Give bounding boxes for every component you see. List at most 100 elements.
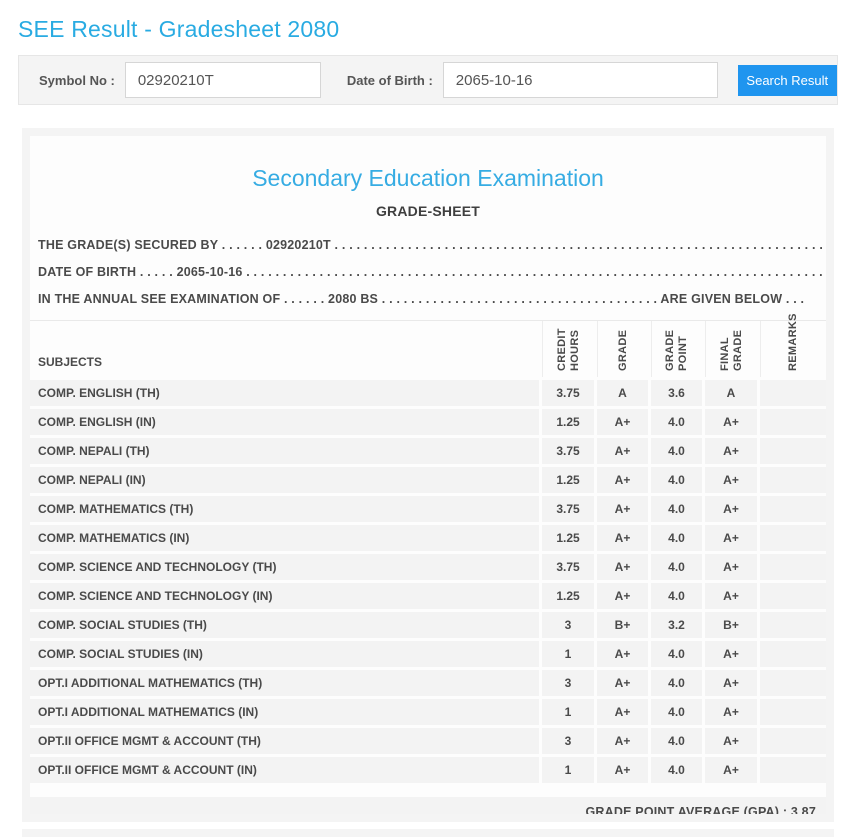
grade-point-cell: 4.0	[651, 467, 702, 493]
grade-cell: A	[597, 380, 648, 406]
grade-cell: A+	[597, 583, 648, 609]
remarks-cell	[760, 467, 826, 493]
subject-cell: COMP. MATHEMATICS (TH)	[30, 496, 539, 522]
grade-point-cell: 4.0	[651, 409, 702, 435]
subject-cell: OPT.I ADDITIONAL MATHEMATICS (TH)	[30, 670, 539, 696]
remarks-cell	[760, 409, 826, 435]
gradesheet-intro-lines: THE GRADE(S) SECURED BY . . . . . . 0292…	[30, 232, 826, 313]
subject-cell: OPT.I ADDITIONAL MATHEMATICS (IN)	[30, 699, 539, 725]
secured-by-line: THE GRADE(S) SECURED BY . . . . . . 0292…	[38, 238, 826, 252]
header-final-grade: FINAL GRADE	[705, 321, 757, 377]
subject-cell: COMP. SOCIAL STUDIES (IN)	[30, 641, 539, 667]
final-grade-cell: A+	[705, 525, 757, 551]
gpa-summary: GRADE POINT AVERAGE (GPA) : 3.87	[30, 797, 826, 814]
grade-point-cell: 3.6	[651, 380, 702, 406]
credit-hours-cell: 1	[542, 699, 594, 725]
subject-cell: COMP. NEPALI (TH)	[30, 438, 539, 464]
header-credit-hours: CREDIT HOURS	[542, 321, 594, 377]
credit-hours-cell: 1.25	[542, 467, 594, 493]
header-grade-point: GRADE POINT	[651, 321, 702, 377]
remarks-cell	[760, 699, 826, 725]
next-section-strip	[22, 829, 834, 837]
remarks-cell	[760, 380, 826, 406]
exam-title: Secondary Education Examination	[252, 165, 604, 191]
subject-cell: COMP. MATHEMATICS (IN)	[30, 525, 539, 551]
table-body: COMP. ENGLISH (TH) 3.75 A 3.6 A COMP. EN…	[30, 380, 826, 783]
remarks-cell	[760, 728, 826, 754]
table-row: COMP. SCIENCE AND TECHNOLOGY (IN) 1.25 A…	[30, 583, 826, 609]
subject-cell: COMP. ENGLISH (TH)	[30, 380, 539, 406]
gradesheet-card: Secondary Education Examination GRADE-SH…	[22, 128, 834, 822]
grade-cell: A+	[597, 641, 648, 667]
grade-point-cell: 4.0	[651, 583, 702, 609]
grade-cell: A+	[597, 757, 648, 783]
grade-point-cell: 4.0	[651, 757, 702, 783]
remarks-cell	[760, 496, 826, 522]
table-row: COMP. SOCIAL STUDIES (IN) 1 A+ 4.0 A+	[30, 641, 826, 667]
subject-cell: OPT.II OFFICE MGMT & ACCOUNT (TH)	[30, 728, 539, 754]
final-grade-cell: A+	[705, 670, 757, 696]
subject-cell: COMP. SCIENCE AND TECHNOLOGY (IN)	[30, 583, 539, 609]
final-grade-cell: A+	[705, 496, 757, 522]
final-grade-cell: A+	[705, 757, 757, 783]
grade-point-cell: 4.0	[651, 641, 702, 667]
remarks-cell	[760, 525, 826, 551]
subject-cell: COMP. NEPALI (IN)	[30, 467, 539, 493]
date-of-birth-line: DATE OF BIRTH . . . . . 2065-10-16 . . .…	[38, 265, 826, 279]
sheet-title: GRADE-SHEET	[375, 203, 481, 219]
final-grade-cell: A+	[705, 467, 757, 493]
grade-cell: A+	[597, 728, 648, 754]
credit-hours-cell: 3.75	[542, 496, 594, 522]
final-grade-cell: A	[705, 380, 757, 406]
table-row: COMP. MATHEMATICS (IN) 1.25 A+ 4.0 A+	[30, 525, 826, 551]
grades-table: SUBJECTS CREDIT HOURS GRADE GRADE POINT …	[30, 313, 826, 783]
table-row: COMP. SOCIAL STUDIES (TH) 3 B+ 3.2 B+	[30, 612, 826, 638]
grade-cell: A+	[597, 438, 648, 464]
table-row: OPT.II OFFICE MGMT & ACCOUNT (IN) 1 A+ 4…	[30, 757, 826, 783]
final-grade-cell: A+	[705, 438, 757, 464]
subject-cell: COMP. ENGLISH (IN)	[30, 409, 539, 435]
credit-hours-cell: 1	[542, 757, 594, 783]
grade-cell: A+	[597, 409, 648, 435]
final-grade-cell: A+	[705, 699, 757, 725]
subject-cell: COMP. SOCIAL STUDIES (TH)	[30, 612, 539, 638]
grade-cell: A+	[597, 467, 648, 493]
grade-point-cell: 4.0	[651, 496, 702, 522]
credit-hours-cell: 3.75	[542, 554, 594, 580]
final-grade-cell: A+	[705, 728, 757, 754]
grade-point-cell: 3.2	[651, 612, 702, 638]
grade-cell: A+	[597, 670, 648, 696]
grade-cell: A+	[597, 496, 648, 522]
table-row: COMP. ENGLISH (TH) 3.75 A 3.6 A	[30, 380, 826, 406]
credit-hours-cell: 1.25	[542, 583, 594, 609]
credit-hours-cell: 3.75	[542, 380, 594, 406]
table-row: COMP. NEPALI (IN) 1.25 A+ 4.0 A+	[30, 467, 826, 493]
grade-point-cell: 4.0	[651, 699, 702, 725]
remarks-cell	[760, 641, 826, 667]
grade-cell: A+	[597, 554, 648, 580]
grade-cell: B+	[597, 612, 648, 638]
table-row: OPT.II OFFICE MGMT & ACCOUNT (TH) 3 A+ 4…	[30, 728, 826, 754]
grade-point-cell: 4.0	[651, 438, 702, 464]
header-subjects: SUBJECTS	[38, 355, 103, 369]
credit-hours-cell: 3.75	[542, 438, 594, 464]
grade-cell: A+	[597, 525, 648, 551]
symbol-no-label: Symbol No :	[39, 72, 115, 88]
date-of-birth-input[interactable]	[442, 62, 718, 98]
final-grade-cell: A+	[705, 409, 757, 435]
table-row: COMP. ENGLISH (IN) 1.25 A+ 4.0 A+	[30, 409, 826, 435]
header-remarks: REMARKS	[760, 313, 826, 377]
search-panel: Symbol No : Date of Birth : Search Resul…	[18, 55, 838, 105]
credit-hours-cell: 1.25	[542, 525, 594, 551]
table-row: COMP. SCIENCE AND TECHNOLOGY (TH) 3.75 A…	[30, 554, 826, 580]
search-result-button[interactable]: Search Result	[737, 64, 837, 96]
table-row: OPT.I ADDITIONAL MATHEMATICS (IN) 1 A+ 4…	[30, 699, 826, 725]
remarks-cell	[760, 583, 826, 609]
credit-hours-cell: 3	[542, 670, 594, 696]
symbol-no-input[interactable]	[124, 62, 321, 98]
credit-hours-cell: 3	[542, 728, 594, 754]
final-grade-cell: A+	[705, 583, 757, 609]
credit-hours-cell: 3	[542, 612, 594, 638]
grade-point-cell: 4.0	[651, 670, 702, 696]
date-of-birth-label: Date of Birth :	[346, 72, 433, 88]
